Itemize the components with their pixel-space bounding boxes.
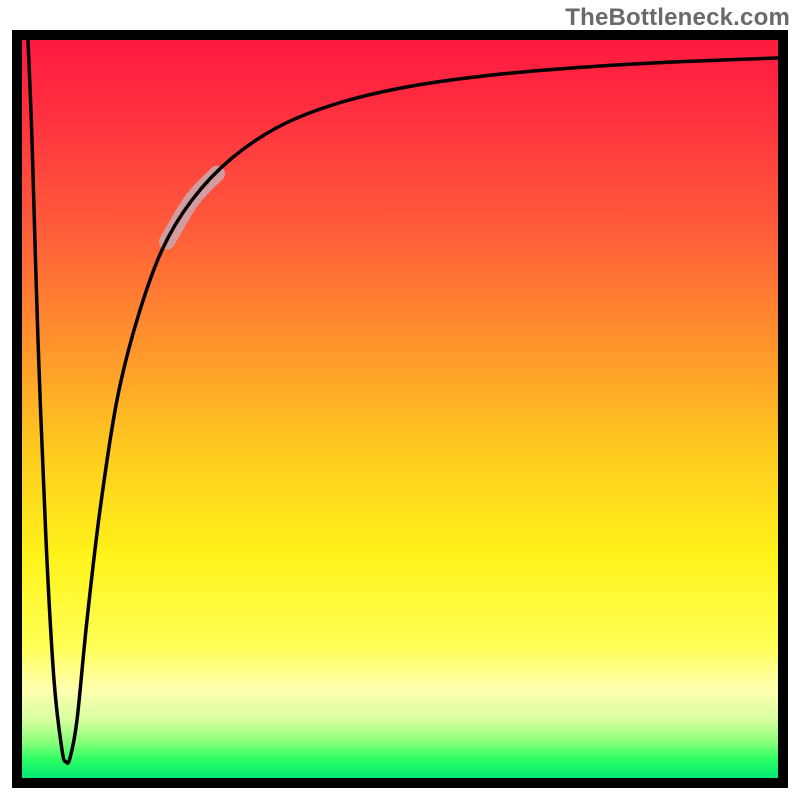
region-marker bbox=[167, 174, 217, 242]
plot-frame bbox=[12, 30, 788, 788]
plot-area bbox=[22, 40, 778, 778]
bottleneck-curve bbox=[28, 41, 778, 764]
curve-svg bbox=[22, 40, 778, 778]
chart-stage: TheBottleneck.com bbox=[0, 0, 800, 800]
attribution-watermark: TheBottleneck.com bbox=[565, 4, 790, 32]
